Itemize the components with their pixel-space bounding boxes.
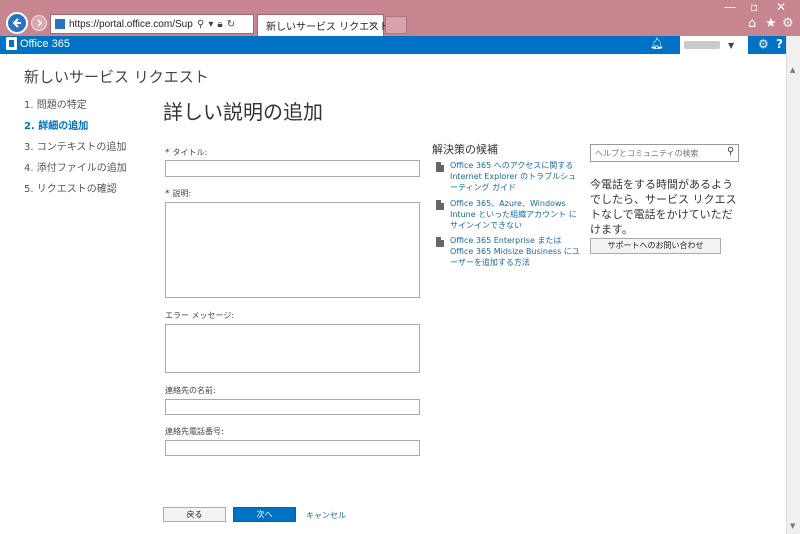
title-label: * タイトル: (165, 147, 207, 158)
help-search-input[interactable] (590, 144, 739, 162)
document-icon (436, 237, 444, 247)
title-input[interactable] (165, 160, 420, 177)
contact-phone-input[interactable] (165, 440, 420, 456)
favorites-star-icon[interactable]: ★ (765, 16, 777, 31)
document-icon (436, 200, 444, 210)
phone-support-text: 今電話をする時間があるようでしたら、サービス リクエストなしで電話をかけていただ… (590, 178, 737, 236)
step-item[interactable]: 4. 添付ファイルの追加 (24, 159, 127, 180)
lock-icon[interactable]: 🔒︎ (217, 19, 222, 30)
app-name: Office 365 (20, 37, 70, 50)
suggestion-item[interactable]: Office 365 Enterprise または Office 365 Mid… (436, 235, 581, 268)
tab-close-icon[interactable]: × (368, 18, 377, 31)
suggestion-link[interactable]: Office 365 Enterprise または Office 365 Mid… (450, 235, 581, 268)
scroll-down-icon[interactable]: ▼ (790, 522, 795, 530)
notification-bell-icon[interactable]: 🔔︎ (650, 37, 664, 50)
required-mark: * (165, 189, 170, 199)
next-button[interactable]: 次へ (233, 507, 296, 522)
contact-name-label: 連絡先の名前: (165, 386, 216, 395)
error-message-textarea[interactable] (165, 324, 420, 373)
cancel-link[interactable]: キャンセル (306, 510, 346, 521)
suggestions-title: 解決策の候補 (432, 143, 498, 156)
contact-name-input[interactable] (165, 399, 420, 415)
office-logo[interactable]: Office 365 (6, 37, 70, 50)
step-item[interactable]: 5. リクエストの確認 (24, 180, 127, 201)
suggestion-link[interactable]: Office 365、Azure、Windows Intune といった組織アカ… (450, 198, 581, 231)
contact-support-button[interactable]: サポートへのお問い合わせ (590, 238, 721, 254)
step-item[interactable]: 3. コンテキストの追加 (24, 138, 127, 159)
refresh-icon[interactable]: ↻ (227, 19, 235, 30)
settings-gear-icon[interactable]: ⚙ (758, 37, 769, 51)
dropdown-icon[interactable]: ▾ (208, 19, 213, 30)
tools-gear-icon[interactable]: ⚙ (782, 16, 794, 31)
section-title: 詳しい説明の追加 (163, 100, 323, 124)
step-list: 1. 問題の特定 2. 詳細の追加 3. コンテキストの追加 4. 添付ファイル… (24, 96, 127, 201)
step-item-active[interactable]: 2. 詳細の追加 (24, 117, 127, 138)
description-label-text: 説明: (172, 189, 192, 198)
error-message-label: エラー メッセージ: (165, 311, 235, 320)
user-menu[interactable]: ▼ (680, 36, 748, 54)
back-button[interactable]: 戻る (163, 507, 226, 522)
new-tab-button[interactable] (385, 16, 407, 34)
forward-navigation-button[interactable] (31, 15, 47, 31)
browser-chrome: — ▫ ✕ https://portal.office.com/Support/… (0, 0, 800, 36)
url-text: https://portal.office.com/Support/NewS (69, 18, 193, 30)
suite-bar: Office 365 🔔︎ ▼ ⚙ ? (0, 36, 786, 54)
office-logo-icon (6, 37, 17, 50)
step-item[interactable]: 1. 問題の特定 (24, 96, 127, 117)
scroll-up-icon[interactable]: ▲ (790, 66, 795, 74)
chevron-down-icon: ▼ (728, 40, 735, 50)
tab-service-request[interactable]: 新しいサービス リクエスト × (257, 14, 389, 36)
required-mark: * (165, 148, 170, 158)
title-label-text: タイトル: (172, 148, 208, 157)
user-name-redacted (684, 41, 720, 49)
description-label: * 説明: (165, 188, 191, 199)
address-bar[interactable]: https://portal.office.com/Support/NewS ⚲… (50, 14, 254, 34)
back-navigation-button[interactable] (6, 12, 28, 34)
document-icon (436, 162, 444, 172)
help-icon[interactable]: ? (776, 37, 783, 51)
page-scrollbar[interactable]: ▲ ▼ (786, 36, 800, 534)
search-icon[interactable]: ⚲ (727, 146, 734, 157)
suggestion-item[interactable]: Office 365、Azure、Windows Intune といった組織アカ… (436, 198, 581, 231)
close-window-icon[interactable]: ✕ (776, 0, 786, 14)
arrow-left-icon (12, 18, 21, 28)
suggestion-item[interactable]: Office 365 へのアクセスに関する Internet Explorer … (436, 160, 581, 193)
arrow-right-icon (37, 19, 43, 27)
description-textarea[interactable] (165, 202, 420, 298)
search-icon[interactable]: ⚲ (197, 19, 204, 30)
maximize-icon[interactable]: ▫ (750, 0, 758, 14)
minimize-icon[interactable]: — (724, 0, 736, 14)
suggestion-link[interactable]: Office 365 へのアクセスに関する Internet Explorer … (450, 160, 581, 193)
site-favicon (55, 19, 65, 29)
page-heading: 新しいサービス リクエスト (24, 68, 209, 86)
contact-phone-label: 連絡先電話番号: (165, 427, 224, 436)
home-icon[interactable]: ⌂ (748, 16, 756, 31)
